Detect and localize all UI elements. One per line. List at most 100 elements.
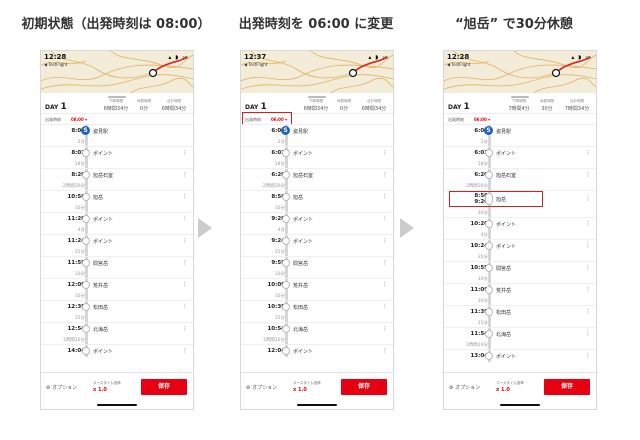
option-button[interactable]: ⚙ オプション: [449, 384, 480, 391]
more-menu-icon[interactable]: ⋮: [382, 303, 388, 310]
waypoint-row[interactable]: 6:20 旭岳石室 ⋮: [444, 168, 596, 181]
option-button[interactable]: ⚙ オプション: [246, 384, 277, 391]
more-menu-icon[interactable]: ⋮: [182, 237, 188, 244]
more-menu-icon[interactable]: ⋮: [182, 215, 188, 222]
status-icons: ▴ ◗ ▭: [571, 54, 592, 61]
waypoint-row[interactable]: 14:04 ポイント ⋮: [41, 344, 193, 357]
course-time-value[interactable]: x 1.0: [496, 387, 510, 393]
waypoint-row[interactable]: 6:20 旭岳石室 ⋮: [241, 168, 393, 181]
course-time-value[interactable]: x 1.0: [293, 387, 307, 393]
more-menu-icon[interactable]: ⋮: [585, 264, 591, 271]
waypoint-row[interactable]: 12:04 ポイント ⋮: [241, 344, 393, 357]
more-menu-icon[interactable]: ⋮: [585, 330, 591, 337]
more-menu-icon[interactable]: ⋮: [382, 237, 388, 244]
more-menu-icon[interactable]: ⋮: [182, 149, 188, 156]
duration-text: 35分: [477, 255, 488, 260]
more-menu-icon[interactable]: ⋮: [585, 352, 591, 359]
more-menu-icon[interactable]: ⋮: [382, 171, 388, 178]
waypoint-row[interactable]: 11:54 北海岳 ⋮: [444, 327, 596, 340]
more-menu-icon[interactable]: ⋮: [182, 347, 188, 354]
waypoint-row[interactable]: 11:20 ポイント ⋮: [41, 212, 193, 225]
more-menu-icon[interactable]: ⋮: [585, 286, 591, 293]
more-menu-icon[interactable]: ⋮: [585, 308, 591, 315]
waypoint-row[interactable]: 10:50 旭岳 ⋮: [41, 190, 193, 203]
waypoint-row[interactable]: 9:20 ポイント ⋮: [241, 212, 393, 225]
waypoint-row[interactable]: 8:50 旭岳 ⋮: [241, 190, 393, 203]
schedule-list: 6:00 S 姿見駅 2分 6:02 ポイント ⋮ 18分 6:20 旭岳石室 ⋮ 2時間30分 8:5…: [444, 124, 596, 362]
more-menu-icon[interactable]: ⋮: [182, 303, 188, 310]
more-menu-icon[interactable]: ⋮: [382, 325, 388, 332]
testflight-back-link[interactable]: ◀ TestFlight: [44, 62, 67, 67]
waypoint-dot: [82, 237, 90, 245]
waypoint-row[interactable]: 9:24 ポイント ⋮: [241, 234, 393, 247]
map-area[interactable]: 12:28 ◀ TestFlight ▴ ◗ ▭: [444, 51, 596, 93]
duration-text: 1時間10分: [262, 338, 285, 343]
contour-line: [330, 77, 393, 93]
waypoint-dot: [282, 193, 290, 201]
waypoint-row[interactable]: 8:50 9:20 旭岳 ⋮: [444, 190, 596, 208]
duration-text: 18分: [274, 162, 285, 167]
waypoint-row[interactable]: 10:20 ポイント ⋮: [444, 217, 596, 230]
duration-row: 30分: [41, 291, 193, 300]
waypoint-name: 旭岳石室: [496, 173, 517, 179]
waypoint-row[interactable]: 13:04 ポイント ⋮: [444, 349, 596, 362]
waypoint-row[interactable]: 11:24 ポイント ⋮: [41, 234, 193, 247]
waypoint-row[interactable]: 11:39 松田岳 ⋮: [444, 305, 596, 318]
waypoint-row[interactable]: 11:59 間宮岳 ⋮: [41, 256, 193, 269]
more-menu-icon[interactable]: ⋮: [182, 325, 188, 332]
waypoint-row[interactable]: 8:20 旭岳石室 ⋮: [41, 168, 193, 181]
more-menu-icon[interactable]: ⋮: [182, 259, 188, 266]
more-menu-icon[interactable]: ⋮: [182, 171, 188, 178]
duration-row: 15分: [41, 313, 193, 322]
course-time-value[interactable]: x 1.0: [93, 387, 107, 393]
map-area[interactable]: 12:37 ◀ TestFlight ▴ ◗ ▭: [241, 51, 393, 93]
more-menu-icon[interactable]: ⋮: [585, 171, 591, 178]
more-menu-icon[interactable]: ⋮: [382, 281, 388, 288]
more-menu-icon[interactable]: ⋮: [585, 220, 591, 227]
departure-row[interactable]: 出発時刻 06:00 ▾: [444, 113, 596, 124]
waypoint-row[interactable]: 10:09 荒井岳 ⋮: [241, 278, 393, 291]
map-area[interactable]: 12:28 ◀ TestFlight ▴ ◗ ▭: [41, 51, 193, 93]
save-button[interactable]: 保存: [141, 379, 187, 395]
waypoint-row[interactable]: 10:54 北海岳 ⋮: [241, 322, 393, 335]
option-button[interactable]: ⚙ オプション: [46, 384, 77, 391]
more-menu-icon[interactable]: ⋮: [382, 215, 388, 222]
save-button[interactable]: 保存: [544, 379, 590, 395]
departure-time-select[interactable]: 08:00 ▾: [71, 117, 87, 122]
waypoint-row[interactable]: 6:00 S 姿見駅: [444, 124, 596, 137]
more-menu-icon[interactable]: ⋮: [585, 149, 591, 156]
testflight-back-link[interactable]: ◀ TestFlight: [447, 62, 470, 67]
waypoint-row[interactable]: 6:00 S 姿見駅: [241, 124, 393, 137]
summary-value: 7時間4分: [508, 106, 530, 112]
home-indicator: [97, 404, 137, 406]
more-menu-icon[interactable]: ⋮: [382, 149, 388, 156]
more-menu-icon[interactable]: ⋮: [585, 242, 591, 249]
duration-row: 1時間10分: [41, 335, 193, 344]
departure-row[interactable]: 出発時刻 06:00 ▾: [241, 112, 393, 125]
waypoint-row[interactable]: 10:39 松田岳 ⋮: [241, 300, 393, 313]
more-menu-icon[interactable]: ⋮: [382, 259, 388, 266]
departure-row[interactable]: 出発時刻 08:00 ▾: [41, 113, 193, 124]
save-button[interactable]: 保存: [341, 379, 387, 395]
waypoint-row[interactable]: 6:02 ポイント ⋮: [241, 146, 393, 159]
waypoint-row[interactable]: 6:02 ポイント ⋮: [444, 146, 596, 159]
waypoint-row[interactable]: 11:09 荒井岳 ⋮: [444, 283, 596, 296]
waypoint-dot: [485, 171, 493, 179]
waypoint-row[interactable]: 12:09 荒井岳 ⋮: [41, 278, 193, 291]
more-menu-icon[interactable]: ⋮: [182, 281, 188, 288]
waypoint-row[interactable]: 10:59 間宮岳 ⋮: [444, 261, 596, 274]
waypoint-row[interactable]: 9:59 間宮岳 ⋮: [241, 256, 393, 269]
more-menu-icon[interactable]: ⋮: [382, 347, 388, 354]
testflight-back-link[interactable]: ◀ TestFlight: [244, 62, 267, 67]
departure-time-select[interactable]: 06:00 ▾: [474, 117, 490, 122]
waypoint-row[interactable]: 8:00 S 姿見駅: [41, 124, 193, 137]
more-menu-icon[interactable]: ⋮: [382, 193, 388, 200]
summary-value: 0分: [139, 106, 149, 112]
waypoint-row[interactable]: 8:02 ポイント ⋮: [41, 146, 193, 159]
waypoint-row[interactable]: 10:24 ポイント ⋮: [444, 239, 596, 252]
waypoint-row[interactable]: 12:39 松田岳 ⋮: [41, 300, 193, 313]
duration-row: 1時間10分: [241, 335, 393, 344]
more-menu-icon[interactable]: ⋮: [182, 193, 188, 200]
more-menu-icon[interactable]: ⋮: [585, 195, 591, 202]
waypoint-row[interactable]: 12:54 北海岳 ⋮: [41, 322, 193, 335]
